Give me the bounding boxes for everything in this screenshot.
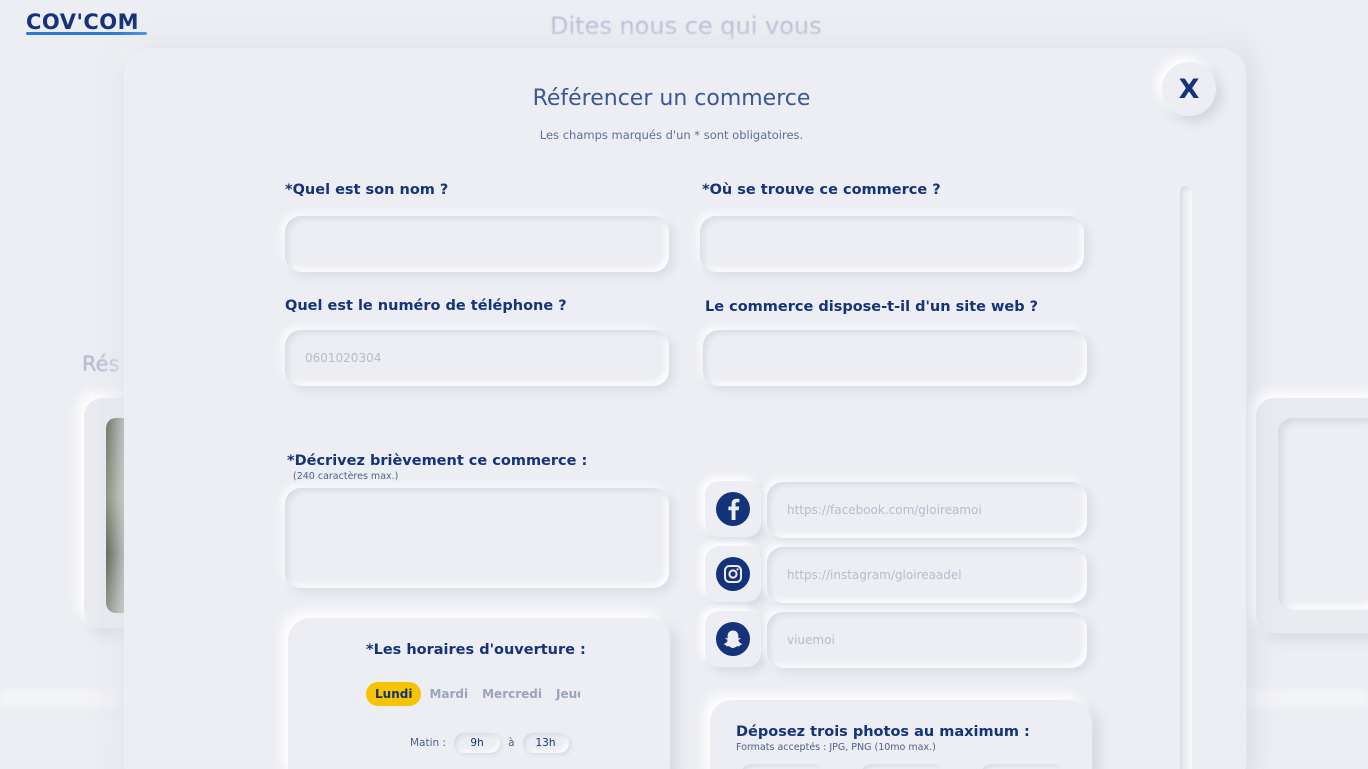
snapchat-username-input[interactable] [767, 612, 1087, 668]
description-hint: (240 caractères max.) [293, 471, 399, 482]
tab-lundi[interactable]: Lundi [366, 682, 422, 706]
facebook-url-input[interactable] [767, 482, 1087, 538]
photo-upload-slot[interactable] [980, 764, 1064, 769]
instagram-url-input[interactable] [767, 547, 1087, 603]
location-label: *Où se trouve ce commerce ? [702, 182, 941, 198]
morning-label: Matin : [410, 737, 447, 749]
morning-start-input[interactable]: 9h [454, 733, 501, 753]
photo-upload-slot[interactable] [740, 764, 824, 769]
facebook-icon-box [705, 481, 761, 537]
facebook-icon [716, 492, 750, 526]
logo-underline [26, 32, 147, 35]
website-input[interactable] [703, 330, 1087, 386]
background-headline: Dites nous ce qui vous [550, 12, 822, 40]
photo-upload-hint: Formats acceptés : JPG, PNG (10mo max.) [736, 742, 936, 753]
phone-label: Quel est le numéro de téléphone ? [285, 298, 567, 314]
snapchat-icon [716, 622, 750, 656]
time-separator: à [508, 737, 515, 749]
tab-mardi[interactable]: Mardi [423, 682, 474, 706]
instagram-icon-box [705, 546, 761, 602]
snapchat-icon-box [705, 611, 761, 667]
website-label: Le commerce dispose-t-il d'un site web ? [705, 299, 1039, 315]
photo-upload-label: Déposez trois photos au maximum : [736, 724, 1030, 740]
day-tabs: LundiMardiMercrediJeudi [366, 682, 580, 708]
tab-mercredi[interactable]: Mercredi [476, 682, 548, 706]
description-textarea[interactable] [285, 488, 669, 588]
background-section-title: Rés [82, 352, 120, 376]
name-label: *Quel est son nom ? [285, 182, 449, 198]
app-logo[interactable]: COV'COM [26, 10, 139, 34]
name-input[interactable] [285, 216, 669, 272]
photo-upload-slot[interactable] [860, 764, 944, 769]
modal-subtitle: Les champs marqués d'un * sont obligatoi… [539, 128, 804, 142]
phone-input[interactable] [285, 330, 669, 386]
background-card-right-inner [1278, 418, 1368, 610]
instagram-icon [716, 557, 750, 591]
modal-title: Référencer un commerce [532, 86, 811, 111]
tab-jeudi[interactable]: Jeudi [550, 682, 580, 706]
location-input[interactable] [700, 216, 1084, 272]
description-label: *Décrivez brièvement ce commerce : [287, 453, 588, 469]
modal-scrollbar[interactable] [1180, 186, 1192, 769]
morning-hours-row: Matin : 9h à 13h [410, 732, 577, 754]
opening-hours-label: *Les horaires d'ouverture : [366, 642, 586, 658]
morning-end-input[interactable]: 13h [522, 733, 569, 753]
